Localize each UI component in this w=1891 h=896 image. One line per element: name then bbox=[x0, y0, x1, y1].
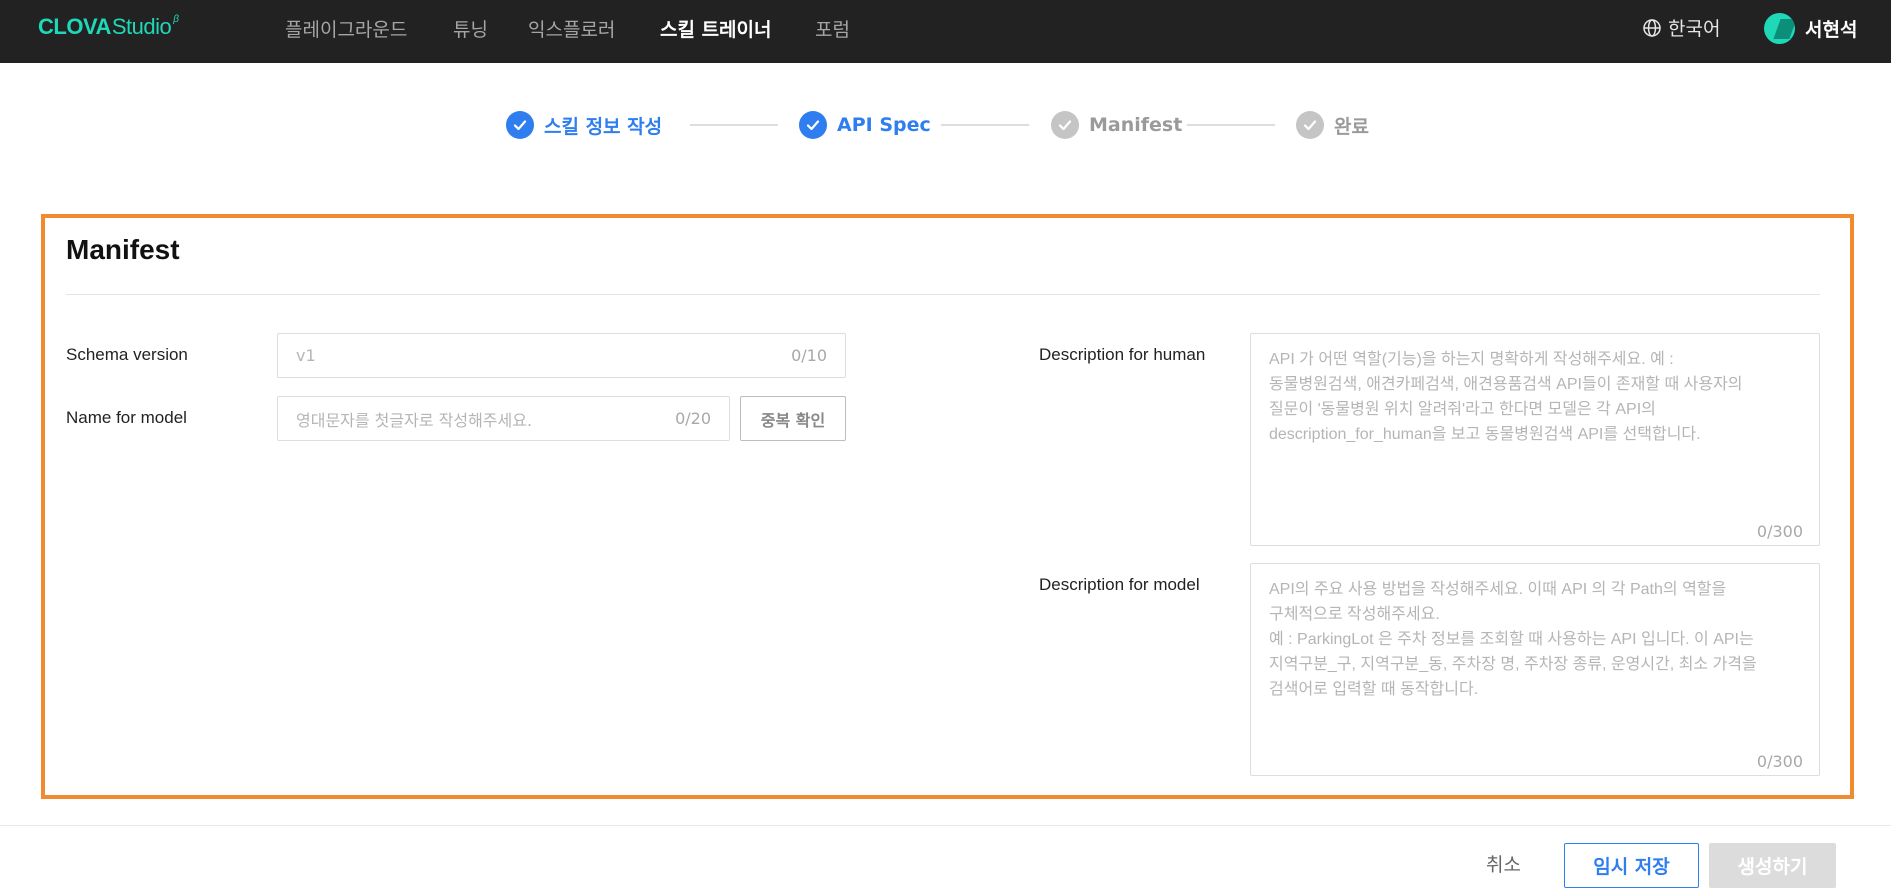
char-counter: 0/20 bbox=[675, 409, 711, 428]
step-complete[interactable]: 완료 bbox=[1296, 111, 1369, 139]
description-for-model-placeholder: API의 주요 사용 방법을 작성해주세요. 이때 API 의 각 Path의 … bbox=[1269, 581, 1757, 698]
language-label: 한국어 bbox=[1668, 18, 1721, 40]
check-icon bbox=[1051, 111, 1079, 139]
globe-icon bbox=[1643, 18, 1661, 37]
description-for-human-label: Description for human bbox=[1039, 345, 1206, 364]
schema-version-value: v1 bbox=[296, 346, 316, 365]
cancel-button[interactable]: 취소 bbox=[1486, 850, 1521, 877]
create-button[interactable]: 생성하기 bbox=[1709, 843, 1836, 888]
clova-studio-logo[interactable]: CLOVA Studio β bbox=[38, 14, 179, 46]
top-navigation-bar: CLOVA Studio β 플레이그라운드 튜닝 익스플로러 스킬 트레이너 … bbox=[0, 0, 1891, 63]
page-title: Manifest bbox=[66, 234, 180, 265]
duplicate-check-button[interactable]: 중복 확인 bbox=[740, 396, 846, 441]
schema-version-field[interactable]: v1 0/10 bbox=[277, 333, 846, 378]
step-api-spec[interactable]: API Spec bbox=[799, 111, 931, 139]
check-icon bbox=[506, 111, 534, 139]
char-counter: 0/300 bbox=[1756, 752, 1803, 771]
step-skill-info[interactable]: 스킬 정보 작성 bbox=[506, 111, 662, 139]
check-icon bbox=[1296, 111, 1324, 139]
name-for-model-placeholder: 영대문자를 첫글자로 작성해주세요. bbox=[296, 410, 533, 430]
check-icon bbox=[799, 111, 827, 139]
schema-version-label: Schema version bbox=[66, 345, 188, 364]
char-counter: 0/300 bbox=[1756, 522, 1803, 541]
language-selector[interactable]: 한국어 bbox=[1642, 14, 1720, 41]
step-manifest[interactable]: Manifest bbox=[1051, 111, 1182, 139]
footer-divider bbox=[0, 825, 1891, 826]
name-for-model-input[interactable]: 영대문자를 첫글자로 작성해주세요. 0/20 bbox=[277, 396, 730, 441]
nav-explorer[interactable]: 익스플로러 bbox=[528, 15, 615, 42]
avatar bbox=[1764, 13, 1795, 44]
description-for-human-textarea[interactable]: API 가 어떤 역할(기능)을 하는지 명확하게 작성해주세요. 예 : 동물… bbox=[1250, 333, 1820, 546]
step-connector bbox=[690, 124, 778, 126]
logo-beta-mark: β bbox=[173, 14, 179, 25]
description-for-model-textarea[interactable]: API의 주요 사용 방법을 작성해주세요. 이때 API 의 각 Path의 … bbox=[1250, 563, 1820, 776]
user-menu[interactable]: 서현석 bbox=[1764, 13, 1857, 44]
nav-playground[interactable]: 플레이그라운드 bbox=[285, 15, 407, 42]
nav-forum[interactable]: 포럼 bbox=[815, 15, 850, 42]
divider bbox=[66, 294, 1820, 295]
description-for-model-label: Description for model bbox=[1039, 575, 1200, 594]
logo-text-main: CLOVA bbox=[38, 14, 111, 39]
step-label: Manifest bbox=[1089, 114, 1183, 136]
step-label: 스킬 정보 작성 bbox=[544, 115, 663, 138]
logo-text-sub: Studio bbox=[111, 14, 172, 39]
step-label: 완료 bbox=[1334, 115, 1369, 138]
description-for-human-placeholder: API 가 어떤 역할(기능)을 하는지 명확하게 작성해주세요. 예 : 동물… bbox=[1269, 351, 1743, 443]
step-connector bbox=[941, 124, 1029, 126]
name-for-model-label: Name for model bbox=[66, 408, 187, 427]
step-label: API Spec bbox=[837, 114, 931, 136]
char-counter: 0/10 bbox=[791, 346, 827, 365]
step-connector bbox=[1187, 124, 1275, 126]
user-name: 서현석 bbox=[1805, 19, 1858, 41]
nav-tuning[interactable]: 튜닝 bbox=[453, 15, 488, 42]
temp-save-button[interactable]: 임시 저장 bbox=[1564, 843, 1699, 888]
nav-skill-trainer[interactable]: 스킬 트레이너 bbox=[660, 15, 772, 42]
